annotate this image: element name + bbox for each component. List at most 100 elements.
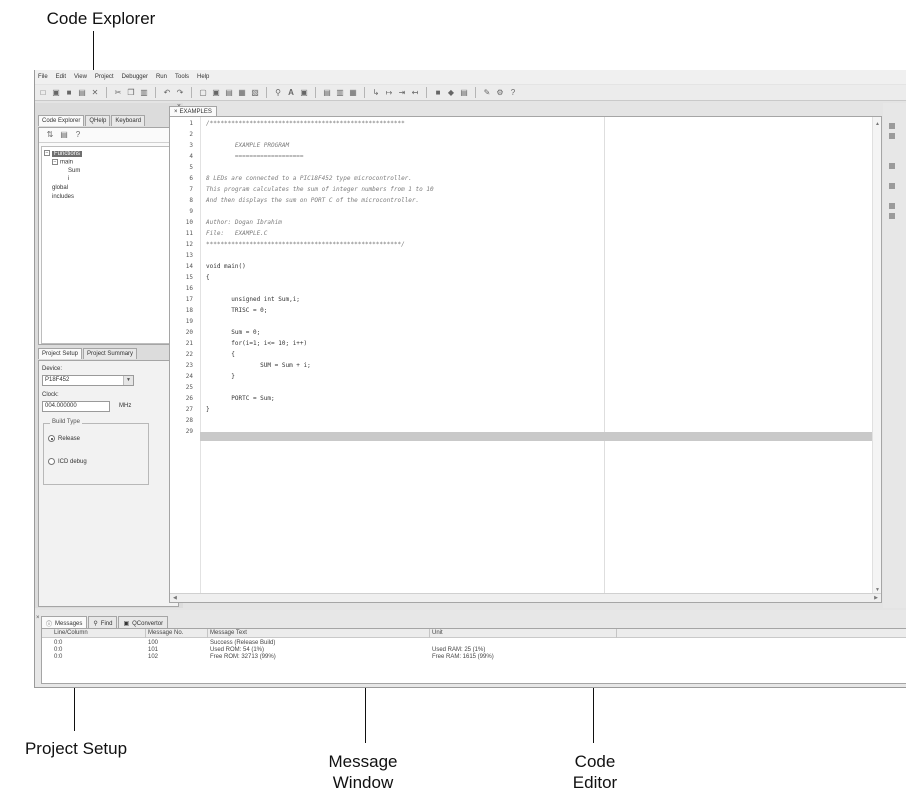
sort-icon[interactable]: ⇅ xyxy=(45,130,55,140)
tree-node-includes[interactable]: includes xyxy=(52,194,74,200)
code-line[interactable]: 20 Sum = 0; xyxy=(170,329,881,337)
scroll-left-icon[interactable]: ◀ xyxy=(173,595,177,601)
redo-icon[interactable]: ↷ xyxy=(175,88,185,98)
tab-keyboard[interactable]: Keyboard xyxy=(111,115,146,126)
run-to-cursor-icon[interactable]: ⇥ xyxy=(397,88,407,98)
panel-icon[interactable] xyxy=(889,203,895,209)
find-icon[interactable]: ⚲ xyxy=(273,88,283,98)
font-icon[interactable]: A xyxy=(286,88,296,98)
code-line[interactable]: 14 void main() xyxy=(170,263,881,271)
code-line[interactable]: 29 xyxy=(170,428,881,436)
collapse-icon[interactable]: − xyxy=(52,159,58,165)
device-select[interactable]: P18F452 ▼ xyxy=(42,375,134,386)
menu-project[interactable]: Project xyxy=(95,74,114,80)
code-line[interactable]: 19 xyxy=(170,318,881,326)
radio-unselected-icon[interactable] xyxy=(48,458,55,465)
code-line[interactable]: 18 TRISC = 0; xyxy=(170,307,881,315)
release-radio[interactable]: Release xyxy=(48,435,80,442)
tree-node-functions[interactable]: − Functions xyxy=(44,150,83,157)
build-icon[interactable]: ▤ xyxy=(322,88,332,98)
column-message-text[interactable]: Message Text xyxy=(210,630,247,637)
menu-debugger[interactable]: Debugger xyxy=(122,74,148,80)
build-all-icon[interactable]: ▥ xyxy=(335,88,345,98)
scroll-right-icon[interactable]: ▶ xyxy=(874,595,878,601)
code-line[interactable]: 15 { xyxy=(170,274,881,282)
new-file-icon[interactable]: □ xyxy=(38,88,48,98)
panel-icon[interactable] xyxy=(889,123,895,129)
code-line[interactable]: 21 for(i=1; i<= 10; i++) xyxy=(170,340,881,348)
code-line[interactable]: 24 } xyxy=(170,373,881,381)
stop-icon[interactable]: ■ xyxy=(433,88,443,98)
code-line[interactable]: 27} xyxy=(170,406,881,414)
code-line[interactable]: 17 unsigned int Sum,i; xyxy=(170,296,881,304)
save-icon[interactable]: ■ xyxy=(64,88,74,98)
help-icon[interactable]: ? xyxy=(73,130,83,140)
menu-edit[interactable]: Edit xyxy=(56,74,66,80)
project-save-icon[interactable]: ▤ xyxy=(224,88,234,98)
close-icon[interactable]: × xyxy=(36,615,40,621)
code-line[interactable]: 23 SUM = Sum + i; xyxy=(170,362,881,370)
tree-node-sum[interactable]: Sum xyxy=(68,168,80,174)
column-separator[interactable] xyxy=(616,629,617,638)
step-into-icon[interactable]: ↳ xyxy=(371,88,381,98)
code-line[interactable]: 5 xyxy=(170,164,881,172)
panel-icon[interactable] xyxy=(889,133,895,139)
project-edit-icon[interactable]: ▦ xyxy=(237,88,247,98)
tab-code-explorer[interactable]: Code Explorer xyxy=(38,115,85,126)
tree-node-main[interactable]: − main xyxy=(52,159,73,166)
project-new-icon[interactable]: ▢ xyxy=(198,88,208,98)
copy-icon[interactable]: ❐ xyxy=(126,88,136,98)
code-line[interactable]: 2 xyxy=(170,131,881,139)
tab-project-summary[interactable]: Project Summary xyxy=(83,348,138,359)
view-icon[interactable]: ▣ xyxy=(299,88,309,98)
menu-run[interactable]: Run xyxy=(156,74,167,80)
column-separator[interactable] xyxy=(207,629,208,638)
column-separator[interactable] xyxy=(145,629,146,638)
menu-help[interactable]: Help xyxy=(197,74,209,80)
horizontal-scrollbar[interactable]: ◀ ▶ xyxy=(170,593,881,602)
undo-icon[interactable]: ↶ xyxy=(162,88,172,98)
code-line[interactable]: 25 xyxy=(170,384,881,392)
step-out-icon[interactable]: ↤ xyxy=(410,88,420,98)
save-all-icon[interactable]: ▤ xyxy=(77,88,87,98)
menu-tools[interactable]: Tools xyxy=(175,74,189,80)
project-close-icon[interactable]: ▧ xyxy=(250,88,260,98)
step-over-icon[interactable]: ↦ xyxy=(384,88,394,98)
tab-project-setup[interactable]: Project Setup xyxy=(38,348,83,359)
chevron-down-icon[interactable]: ▼ xyxy=(123,376,133,385)
column-message-no[interactable]: Message No. xyxy=(148,630,183,637)
code-line[interactable]: 16 xyxy=(170,285,881,293)
column-line-column[interactable]: Line/Column xyxy=(54,630,88,637)
project-open-icon[interactable]: ▣ xyxy=(211,88,221,98)
cut-icon[interactable]: ✂ xyxy=(113,88,123,98)
code-line[interactable]: 28 xyxy=(170,417,881,425)
paste-icon[interactable]: ▥ xyxy=(139,88,149,98)
scroll-up-icon[interactable]: ▲ xyxy=(875,121,880,127)
code-editor[interactable]: 1 /**************************************… xyxy=(169,116,882,603)
menu-file[interactable]: File xyxy=(38,74,48,80)
panel-icon[interactable] xyxy=(889,213,895,219)
radio-selected-icon[interactable] xyxy=(48,435,55,442)
code-line[interactable]: 6 8 LEDs are connected to a PIC18F452 typ… xyxy=(170,175,881,183)
code-line[interactable]: 4 =================== xyxy=(170,153,881,161)
code-line[interactable]: 26 PORTC = Sum; xyxy=(170,395,881,403)
column-unit[interactable]: Unit xyxy=(432,630,443,637)
tab-qhelp[interactable]: QHelp xyxy=(85,115,111,126)
watch-icon[interactable]: ▤ xyxy=(459,88,469,98)
build-project-icon[interactable]: ▦ xyxy=(348,88,358,98)
code-line[interactable]: 13 xyxy=(170,252,881,260)
code-line[interactable]: 7 This program calculates the sum of inte… xyxy=(170,186,881,194)
help-icon[interactable]: ? xyxy=(508,88,518,98)
expand-icon[interactable]: ▤ xyxy=(59,130,69,140)
code-line[interactable]: 1 /**************************************… xyxy=(170,120,881,128)
code-line[interactable]: 11 File: EXAMPLE.C xyxy=(170,230,881,238)
clock-input[interactable]: 004.000000 xyxy=(42,401,110,412)
collapse-icon[interactable]: − xyxy=(44,150,50,156)
icd-debug-radio[interactable]: ICD debug xyxy=(48,458,87,465)
tools-icon[interactable]: ✎ xyxy=(482,88,492,98)
code-line[interactable]: 3 EXAMPLE PROGRAM xyxy=(170,142,881,150)
tree-node-global[interactable]: global xyxy=(52,185,68,191)
code-line[interactable]: 12 **************************************… xyxy=(170,241,881,249)
code-line[interactable]: 10 Author: Dogan Ibrahim xyxy=(170,219,881,227)
breakpoint-icon[interactable]: ◆ xyxy=(446,88,456,98)
